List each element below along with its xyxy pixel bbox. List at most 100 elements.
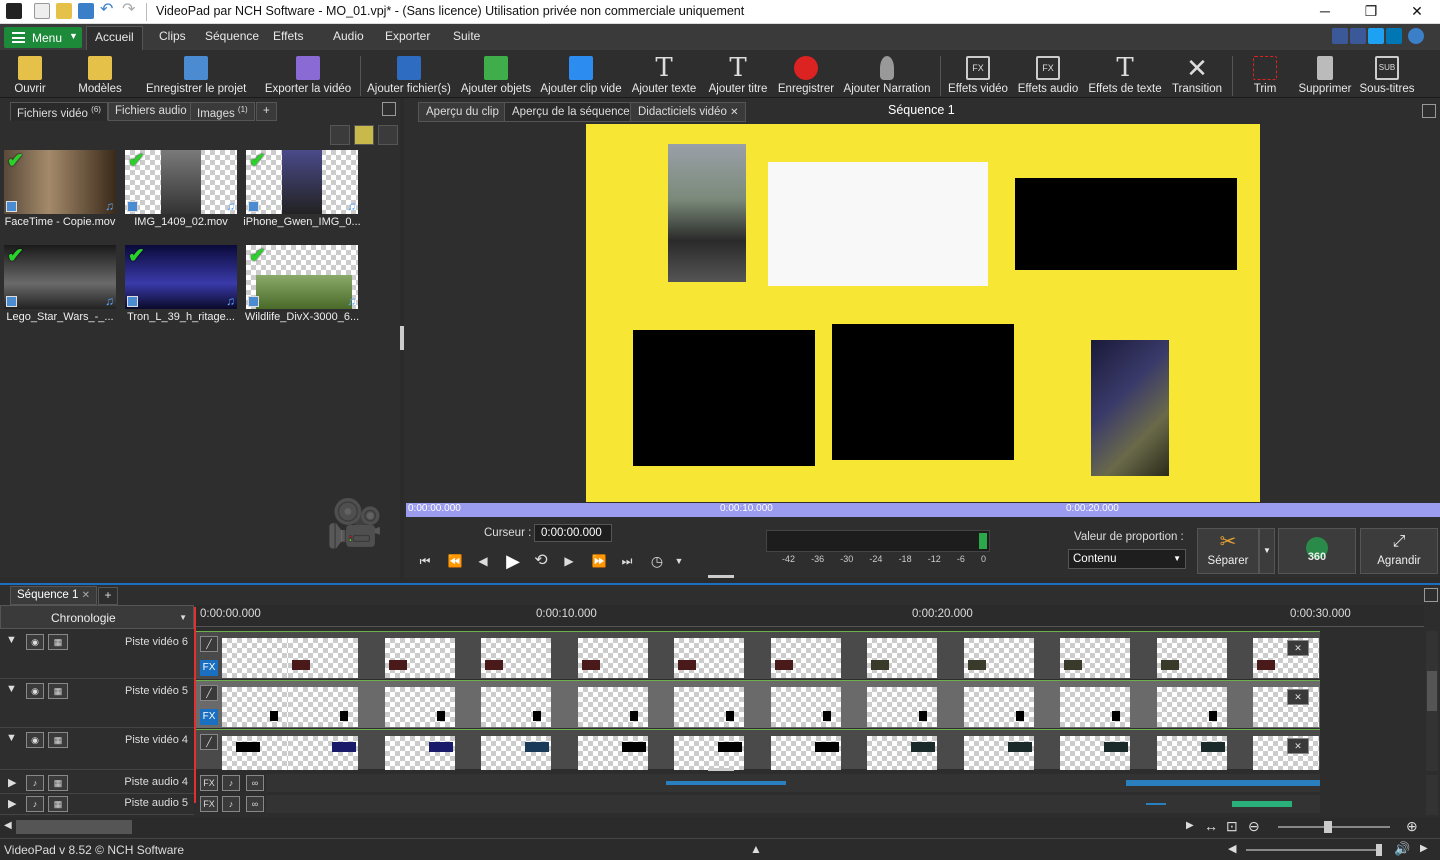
zoom-slider-thumb[interactable]	[1324, 821, 1332, 833]
close-button[interactable]: ✕	[1394, 0, 1440, 24]
new-folder-icon[interactable]	[354, 125, 374, 145]
media-file-item[interactable]: ✔ ♫ iPhone_Gwen_IMG_0...	[243, 150, 361, 228]
add-bin-tab-button[interactable]: +	[256, 102, 277, 121]
video-effects-button[interactable]: FX Effets vidéo	[946, 52, 1010, 98]
audio-effects-button[interactable]: FX Effets audio	[1016, 52, 1080, 98]
overlay-clip-white[interactable]	[768, 162, 988, 286]
tab-sequence-preview[interactable]: Aperçu de la séquence	[504, 102, 638, 122]
speaker-icon[interactable]: ♪	[26, 796, 44, 812]
expand-up-icon[interactable]: ▲	[750, 842, 762, 856]
collapse-icon[interactable]: ▼	[6, 683, 17, 695]
eye-icon[interactable]: ◉	[26, 732, 44, 748]
line-icon[interactable]: ╱	[200, 636, 218, 652]
collapse-icon[interactable]: ▼	[6, 634, 17, 646]
close-tab-icon[interactable]: ✕	[730, 107, 738, 118]
loop-button[interactable]: ⟲	[530, 550, 552, 572]
media-file-item[interactable]: ✔ ♫ IMG_1409_02.mov	[125, 150, 237, 228]
line-icon[interactable]: ╱	[200, 685, 218, 701]
add-narration-button[interactable]: Ajouter Narration	[842, 52, 932, 98]
clip[interactable]	[964, 736, 1034, 770]
overlay-clip-pixelated[interactable]	[1091, 340, 1169, 476]
clip[interactable]	[481, 687, 551, 727]
clip[interactable]	[867, 736, 937, 770]
trim-button[interactable]: Trim	[1240, 52, 1290, 98]
clip[interactable]	[1060, 687, 1130, 727]
zoom-slider[interactable]	[1278, 821, 1390, 833]
collapse-icon[interactable]: ▼	[6, 732, 17, 744]
playback-options-dropdown[interactable]: ▼	[668, 550, 690, 572]
clip[interactable]	[222, 638, 292, 678]
clip[interactable]: ✕	[1253, 687, 1319, 727]
menu-button[interactable]: Menu ▼	[4, 27, 82, 48]
minimize-button[interactable]: ─	[1302, 0, 1348, 24]
video-track-6[interactable]: ╱ FX ✕	[196, 631, 1320, 679]
undo-icon[interactable]: ↶	[100, 2, 116, 19]
link-icon[interactable]: ∞	[246, 796, 264, 812]
fx-button[interactable]: FX	[200, 709, 218, 725]
vertical-scrollbar[interactable]	[1426, 631, 1438, 771]
tab-video-files[interactable]: Fichiers vidéo (6)	[10, 102, 108, 121]
undock-icon[interactable]	[1424, 588, 1438, 602]
fit-timeline-icon[interactable]: ↔	[1204, 818, 1218, 834]
expand-icon[interactable]: ▶	[8, 797, 16, 810]
clip[interactable]	[385, 687, 455, 727]
clip[interactable]	[867, 687, 937, 727]
chevron-right-icon[interactable]: ▶	[1420, 843, 1428, 854]
split-options-dropdown[interactable]: ▼	[1259, 528, 1275, 574]
step-back-button[interactable]: ◀	[472, 550, 494, 572]
tab-sequence-1[interactable]: Séquence 1 ✕	[10, 586, 97, 605]
volume-icon[interactable]: ◀	[1228, 842, 1236, 855]
360-button[interactable]: 360	[1278, 528, 1356, 574]
cursor-time-field[interactable]: 0:00:00.000	[534, 524, 612, 542]
overlay-clip-black[interactable]	[633, 330, 815, 466]
speaker-icon[interactable]: ♪	[222, 775, 240, 791]
save-icon[interactable]	[78, 3, 94, 19]
clip[interactable]	[385, 638, 455, 678]
zoom-selection-icon[interactable]: ⊡	[1226, 818, 1238, 835]
clip[interactable]	[1157, 638, 1227, 678]
facebook-icon[interactable]	[1350, 28, 1366, 44]
media-file-item[interactable]: ✔ ♫ FaceTime - Copie.mov	[4, 150, 116, 228]
add-blank-clip-button[interactable]: Ajouter clip vide	[540, 52, 622, 98]
play-button[interactable]: ▶	[502, 550, 524, 572]
media-file-item[interactable]: ✔ ♫ Tron_L_39_h_ritage...	[125, 245, 237, 323]
previous-frame-button[interactable]: ⏪	[444, 550, 466, 572]
volume-slider-thumb[interactable]	[1376, 844, 1382, 856]
undock-icon[interactable]	[1422, 104, 1436, 118]
clip[interactable]	[288, 736, 358, 770]
tab-exporter[interactable]: Exporter	[385, 29, 430, 43]
scroll-left-icon[interactable]: ◀	[4, 820, 12, 831]
overlay-icon[interactable]: ▦	[48, 775, 68, 791]
clip[interactable]	[674, 736, 744, 770]
like-icon[interactable]	[1332, 28, 1348, 44]
clip[interactable]	[288, 638, 358, 678]
go-to-end-button[interactable]: ⏭	[616, 550, 638, 572]
open-folder-icon[interactable]	[56, 3, 72, 19]
split-button[interactable]: ✂ Séparer	[1197, 528, 1259, 574]
aspect-select[interactable]: Contenu ▼	[1068, 549, 1186, 569]
audio-track-4[interactable]	[266, 774, 1320, 792]
scroll-right-icon[interactable]: ▶	[1186, 820, 1194, 831]
eye-icon[interactable]: ◉	[26, 683, 44, 699]
list-view-icon[interactable]	[378, 125, 398, 145]
clip[interactable]	[222, 736, 292, 770]
tab-audio-files[interactable]: Fichiers audio	[108, 102, 194, 121]
video-track-5[interactable]: ╱ FX ✕	[196, 680, 1320, 728]
link-icon[interactable]: ∞	[246, 775, 264, 791]
tab-sequence[interactable]: Séquence	[205, 29, 259, 43]
video-canvas[interactable]	[586, 124, 1260, 502]
help-icon[interactable]	[1408, 28, 1424, 44]
timeline-ruler[interactable]: 0:00:00.000 0:00:10.000 0:00:20.000 0:00…	[196, 605, 1424, 627]
clip[interactable]	[1157, 736, 1227, 770]
clip[interactable]	[481, 638, 551, 678]
twitter-icon[interactable]	[1368, 28, 1384, 44]
clip[interactable]	[771, 687, 841, 727]
scroll-thumb[interactable]	[1427, 671, 1437, 711]
clip[interactable]: ✕	[1253, 736, 1319, 770]
trash-icon[interactable]	[330, 125, 350, 145]
save-project-button[interactable]: Enregistrer le projet	[146, 52, 246, 98]
enlarge-button[interactable]: ⤢ Agrandir	[1360, 528, 1438, 574]
overlay-clip-black[interactable]	[1015, 178, 1237, 270]
add-title-button[interactable]: T Ajouter titre	[706, 52, 770, 98]
tab-video-tutorials[interactable]: Didacticiels vidéo ✕	[630, 102, 747, 122]
